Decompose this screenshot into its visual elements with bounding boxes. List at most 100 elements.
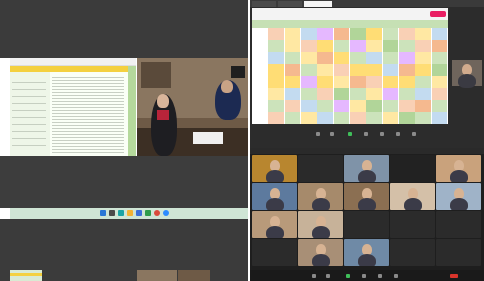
participant-tile[interactable]: [344, 183, 389, 210]
sheet-cell[interactable]: [301, 76, 317, 88]
sheet-cell[interactable]: [284, 100, 301, 112]
sheet-cell[interactable]: [366, 52, 383, 64]
participant-tile[interactable]: [344, 211, 389, 238]
sheet-cell[interactable]: [350, 52, 366, 64]
sheet-cell[interactable]: [252, 52, 268, 64]
sheet-cell[interactable]: [415, 28, 432, 40]
browser-tab-active[interactable]: [304, 1, 332, 7]
sheet-cell[interactable]: [333, 112, 350, 124]
sheet-cell[interactable]: [252, 40, 268, 52]
sheet-cell[interactable]: [350, 100, 366, 112]
windows-start-icon[interactable]: [100, 210, 106, 216]
participant-tile[interactable]: [390, 155, 435, 182]
sheet-cell[interactable]: [317, 76, 334, 88]
sheet-cell[interactable]: [415, 112, 432, 124]
sheet-cell[interactable]: [382, 100, 399, 112]
sheet-cell[interactable]: [252, 88, 268, 100]
sheet-cell[interactable]: [268, 64, 285, 76]
participant-tile[interactable]: [390, 239, 435, 266]
sheet-cell[interactable]: [284, 76, 301, 88]
sheet-cell[interactable]: [284, 88, 301, 100]
search-icon[interactable]: [109, 210, 115, 216]
sheet-cell[interactable]: [301, 88, 317, 100]
participant-tile[interactable]: [344, 155, 389, 182]
sheet-cell[interactable]: [350, 88, 366, 100]
sheet-cell[interactable]: [431, 100, 448, 112]
sheet-cell[interactable]: [252, 76, 268, 88]
share-icon[interactable]: [348, 132, 352, 136]
sheet-cell[interactable]: [382, 64, 399, 76]
sheet-cell[interactable]: [268, 28, 285, 40]
mic-icon[interactable]: [316, 132, 320, 136]
sheet-cell[interactable]: [301, 28, 317, 40]
reactions-icon[interactable]: [362, 274, 366, 278]
sheet-cell[interactable]: [317, 100, 334, 112]
chat-icon[interactable]: [396, 132, 400, 136]
sheet-cell[interactable]: [284, 64, 301, 76]
sheet-cell[interactable]: [333, 40, 350, 52]
sheet-cell[interactable]: [350, 112, 366, 124]
browser-tab-1[interactable]: [252, 1, 276, 7]
camera-icon[interactable]: [330, 132, 334, 136]
sheet-cell[interactable]: [284, 28, 301, 40]
sheet-cell[interactable]: [252, 100, 268, 112]
sheet-cell[interactable]: [268, 52, 285, 64]
sheet-cell[interactable]: [268, 112, 285, 124]
participant-tile[interactable]: [298, 155, 343, 182]
sheet-cell[interactable]: [301, 52, 317, 64]
sheet-cell[interactable]: [431, 88, 448, 100]
chrome-icon[interactable]: [154, 210, 160, 216]
sheet-cell[interactable]: [350, 40, 366, 52]
participant-tile[interactable]: [298, 239, 343, 266]
participant-tile[interactable]: [252, 211, 297, 238]
sheet-cell[interactable]: [301, 40, 317, 52]
camera-icon[interactable]: [326, 274, 330, 278]
mic-icon[interactable]: [312, 274, 316, 278]
sheet-cell[interactable]: [301, 112, 317, 124]
participants-icon[interactable]: [380, 132, 384, 136]
sheet-cell[interactable]: [317, 28, 334, 40]
sheet-cell[interactable]: [268, 76, 285, 88]
participant-tile[interactable]: [436, 183, 481, 210]
zoom-icon[interactable]: [163, 210, 169, 216]
sheet-cell[interactable]: [350, 64, 366, 76]
participant-tile[interactable]: [436, 239, 481, 266]
sheet-cell[interactable]: [415, 40, 432, 52]
sheet-cell[interactable]: [301, 64, 317, 76]
sheet-cell[interactable]: [284, 52, 301, 64]
sheet-cell[interactable]: [366, 40, 383, 52]
sheet-share-button[interactable]: [430, 11, 446, 17]
sheet-cell[interactable]: [284, 40, 301, 52]
chat-icon[interactable]: [394, 274, 398, 278]
sheet-cell[interactable]: [333, 28, 350, 40]
explorer-icon[interactable]: [127, 210, 133, 216]
sheet-cell[interactable]: [301, 100, 317, 112]
sheet-cell[interactable]: [399, 88, 415, 100]
participant-tile[interactable]: [436, 211, 481, 238]
sheet-cell[interactable]: [333, 52, 350, 64]
sheet-cell[interactable]: [366, 76, 383, 88]
sheet-cell[interactable]: [431, 64, 448, 76]
participant-tile[interactable]: [252, 183, 297, 210]
sheet-cell[interactable]: [431, 52, 448, 64]
sheet-cell[interactable]: [333, 100, 350, 112]
sheet-cell[interactable]: [431, 76, 448, 88]
sheet-cell[interactable]: [399, 100, 415, 112]
sheet-cell[interactable]: [382, 28, 399, 40]
sheet-cell[interactable]: [399, 28, 415, 40]
more-icon[interactable]: [412, 132, 416, 136]
sheet-cell[interactable]: [399, 52, 415, 64]
sheet-cell[interactable]: [284, 112, 301, 124]
sheet-cell[interactable]: [415, 100, 432, 112]
sheet-cell[interactable]: [252, 28, 268, 40]
edge-icon[interactable]: [118, 210, 124, 216]
participant-tile[interactable]: [390, 211, 435, 238]
sheet-cell[interactable]: [431, 28, 448, 40]
sheet-cell[interactable]: [399, 64, 415, 76]
sheet-cell[interactable]: [333, 64, 350, 76]
sheet-cell[interactable]: [317, 52, 334, 64]
sheet-cell[interactable]: [382, 76, 399, 88]
browser-tab-2[interactable]: [278, 1, 302, 7]
participant-tile[interactable]: [252, 239, 297, 266]
sheet-cell[interactable]: [382, 112, 399, 124]
